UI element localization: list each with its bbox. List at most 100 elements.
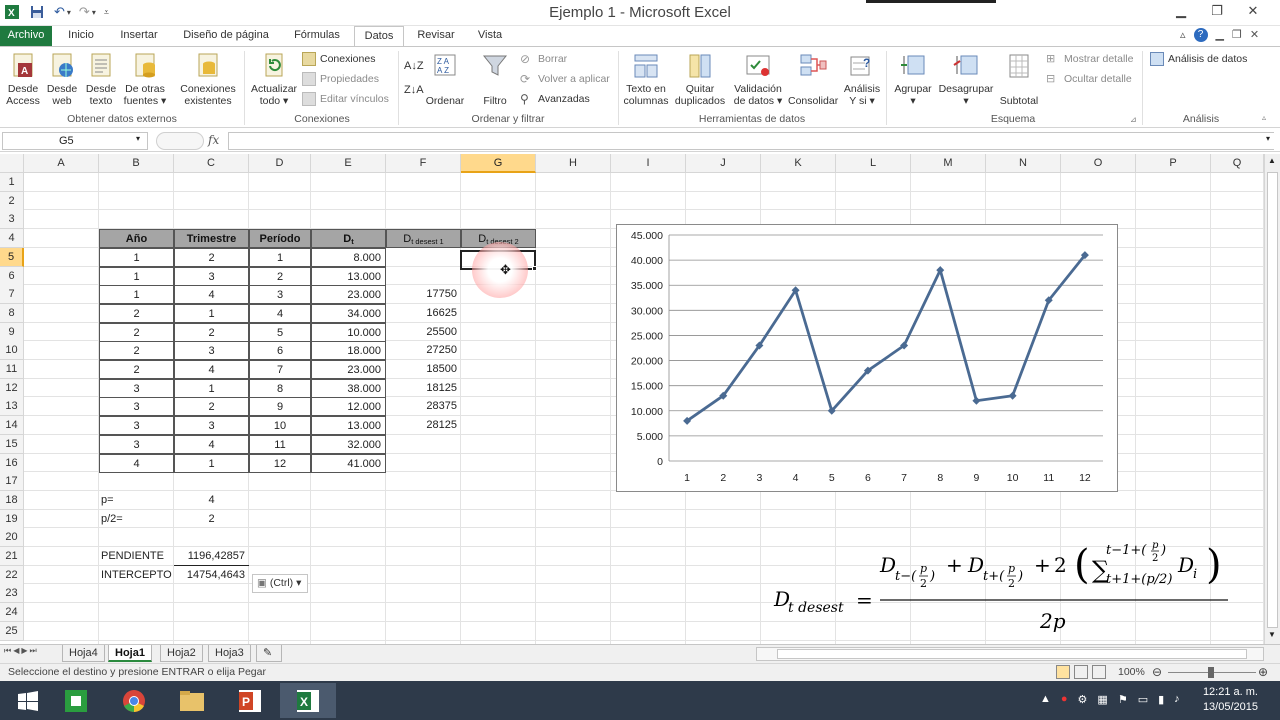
taskbar-clock[interactable]: 12:21 a. m. 13/05/2015	[1203, 685, 1258, 715]
paste-options-button[interactable]: ▣ (Ctrl) ▾	[252, 574, 308, 593]
table-cell[interactable]: 18.000	[311, 341, 386, 361]
row-header-16[interactable]: 16	[0, 453, 24, 473]
table-cell[interactable]: 2	[99, 341, 174, 361]
table-cell[interactable]: 4	[174, 434, 249, 454]
table-cell[interactable]: 3	[174, 416, 249, 436]
formula-image[interactable]: D t desest = D t−( p 2 ) + D t+( p 2 ) +…	[770, 534, 1240, 634]
quitar-duplicados-button[interactable]: Quitar duplicados	[672, 51, 728, 107]
table-cell[interactable]: 9	[249, 397, 311, 417]
desde-web-button[interactable]: Desde web	[44, 51, 80, 107]
table-cell[interactable]: 1	[174, 378, 249, 398]
table-cell[interactable]: 1	[99, 266, 174, 286]
row-header-18[interactable]: 18	[0, 490, 24, 510]
esquema-launcher-icon[interactable]: ⊿	[1130, 115, 1137, 124]
workbook-restore-icon[interactable]: ❐	[1232, 28, 1242, 42]
row-header-2[interactable]: 2	[0, 191, 24, 211]
horizontal-scrollbar[interactable]	[756, 647, 1264, 661]
row-header-7[interactable]: 7	[0, 285, 24, 305]
desest-1-cell[interactable]: 18500	[386, 360, 461, 379]
row-header-24[interactable]: 24	[0, 603, 24, 623]
validacion-datos-button[interactable]: Validación de datos ▾	[730, 51, 786, 107]
sheet-tab-hoja3[interactable]: Hoja3	[208, 645, 251, 662]
tray-settings-icon[interactable]: ⚙	[1078, 693, 1088, 706]
taskbar-app-green[interactable]	[48, 683, 104, 718]
sheet-tab-hoja1[interactable]: Hoja1	[108, 645, 152, 662]
taskbar-excel[interactable]: X	[280, 683, 336, 718]
column-header-m[interactable]: M	[911, 154, 986, 173]
ribbon-collapse-icon[interactable]: ▵	[1180, 28, 1186, 42]
table-cell[interactable]: 3	[174, 266, 249, 286]
tray-antivirus-icon[interactable]: ●	[1061, 693, 1068, 706]
row-header-9[interactable]: 9	[0, 322, 24, 342]
taskbar-file-explorer[interactable]	[164, 683, 220, 718]
table-cell[interactable]: 2	[174, 397, 249, 417]
row-header-5[interactable]: 5	[0, 247, 24, 267]
table-cell[interactable]: 8.000	[311, 247, 386, 267]
desest-1-cell[interactable]: 16625	[386, 304, 461, 323]
name-box-dropdown-icon[interactable]: ▾	[136, 134, 140, 143]
column-header-i[interactable]: I	[611, 154, 686, 173]
analisis-datos-button[interactable]: Análisis de datos	[1150, 50, 1247, 68]
table-cell[interactable]: 2	[99, 303, 174, 323]
formula-input[interactable]	[228, 132, 1274, 150]
p2-label[interactable]: p/2=	[101, 510, 171, 529]
restore-button[interactable]: ❐	[1200, 0, 1234, 22]
table-cell[interactable]: 3	[99, 397, 174, 417]
zoom-level[interactable]: 100%	[1118, 666, 1145, 678]
row-header-25[interactable]: 25	[0, 621, 24, 641]
table-cell[interactable]: 4	[249, 303, 311, 323]
conexiones-button[interactable]: Conexiones	[302, 50, 375, 68]
vertical-scrollbar[interactable]: ▲ ▼	[1264, 154, 1280, 644]
taskbar-chrome[interactable]	[106, 683, 162, 718]
table-header-dt[interactable]: Dt	[311, 229, 386, 249]
close-button[interactable]: ✕	[1236, 0, 1270, 22]
analisis-y-si-button[interactable]: ? Análisis Y si ▾	[840, 51, 884, 107]
tab-diseno-pagina[interactable]: Diseño de página	[176, 26, 276, 46]
ocultar-detalle-button[interactable]: ⊟ Ocultar detalle	[1046, 70, 1132, 88]
conexiones-existentes-button[interactable]: Conexiones existentes	[176, 51, 240, 107]
table-cell[interactable]: 5	[249, 322, 311, 342]
table-cell[interactable]: 12	[249, 453, 311, 473]
ribbon-collapse-icon[interactable]: ▵	[1262, 113, 1266, 122]
tray-volume-icon[interactable]: ♪	[1174, 693, 1180, 706]
propiedades-button[interactable]: Propiedades	[302, 70, 379, 88]
desest-1-cell[interactable]	[386, 248, 461, 267]
zoom-slider-thumb[interactable]	[1208, 667, 1214, 678]
row-header-15[interactable]: 15	[0, 434, 24, 454]
horizontal-scroll-thumb[interactable]	[777, 649, 1247, 659]
column-header-e[interactable]: E	[311, 154, 386, 173]
column-header-j[interactable]: J	[686, 154, 761, 173]
desest-1-cell[interactable]	[386, 454, 461, 473]
sort-za-button[interactable]: Z↓A	[404, 81, 424, 99]
row-header-17[interactable]: 17	[0, 472, 24, 492]
row-header-21[interactable]: 21	[0, 547, 24, 566]
row-header-22[interactable]: 22	[0, 565, 24, 585]
table-cell[interactable]: 1	[99, 247, 174, 267]
otras-fuentes-button[interactable]: De otras fuentes ▾	[122, 51, 168, 107]
zoom-out-icon[interactable]: ⊖	[1152, 665, 1162, 679]
desde-access-button[interactable]: A Desde Access	[4, 51, 42, 107]
desagrupar-button[interactable]: Desagrupar ▾	[938, 51, 994, 107]
intercepto-value[interactable]: 14754,4643	[174, 566, 249, 585]
tray-expand-icon[interactable]: ▲	[1040, 693, 1051, 706]
table-cell[interactable]: 8	[249, 378, 311, 398]
row-header-4[interactable]: 4	[0, 229, 24, 249]
table-cell[interactable]: 12.000	[311, 397, 386, 417]
column-header-g[interactable]: G	[461, 154, 536, 173]
consolidar-button[interactable]: Consolidar	[788, 51, 838, 107]
sheet-tab-hoja2[interactable]: Hoja2	[160, 645, 203, 662]
row-header-13[interactable]: 13	[0, 397, 24, 417]
table-cell[interactable]: 10.000	[311, 322, 386, 342]
ordenar-button[interactable]: Z AA Z Ordenar	[424, 51, 466, 107]
table-cell[interactable]: 2	[99, 360, 174, 379]
table-cell[interactable]: 10	[249, 416, 311, 436]
column-header-l[interactable]: L	[836, 154, 911, 173]
tray-network-icon[interactable]: ▦	[1097, 693, 1107, 706]
row-header-8[interactable]: 8	[0, 303, 24, 323]
table-header-2[interactable]: Trimestre	[174, 229, 249, 249]
new-sheet-icon[interactable]: ✎	[256, 645, 282, 662]
table-cell[interactable]: 3	[99, 416, 174, 436]
formula-expand-icon[interactable]: ▾	[1266, 134, 1270, 143]
table-cell[interactable]: 41.000	[311, 453, 386, 473]
desest-1-cell[interactable]	[386, 435, 461, 454]
